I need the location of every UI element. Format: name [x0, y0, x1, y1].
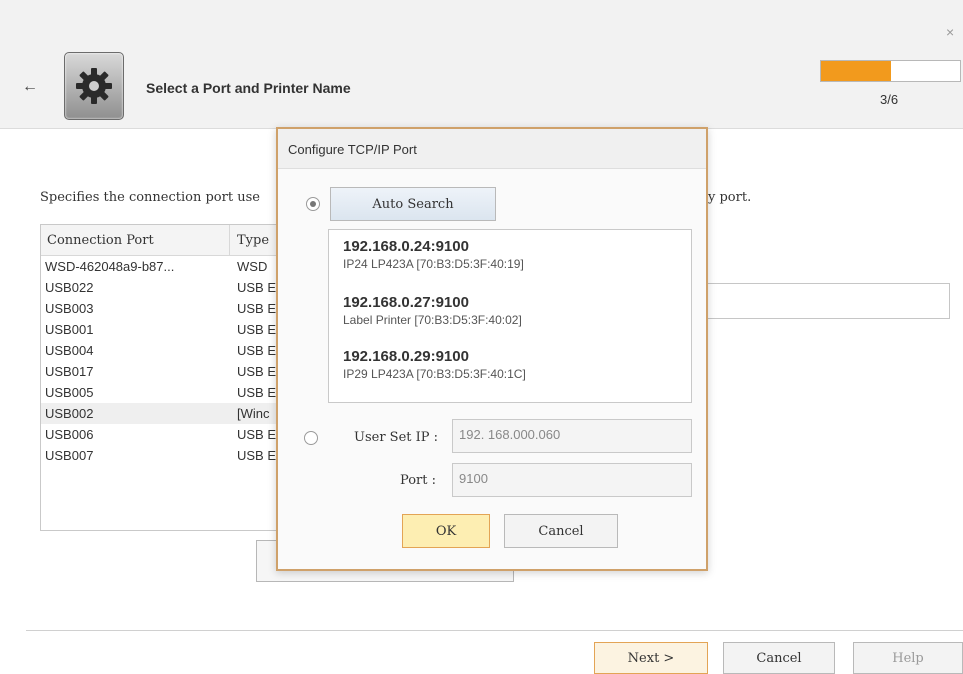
auto-search-radio[interactable] — [306, 197, 320, 211]
ok-button[interactable]: OK — [402, 514, 490, 548]
table-row[interactable]: USB017 USB E — [41, 361, 281, 382]
auto-search-button[interactable]: Auto Search — [330, 187, 496, 221]
cell-type: USB E — [237, 364, 277, 379]
back-arrow-icon[interactable]: ← — [22, 78, 38, 96]
list-item[interactable]: 192.168.0.24:9100 IP24 LP423A [70:B3:D5:… — [343, 238, 524, 271]
page-title: Select a Port and Printer Name — [146, 80, 351, 96]
wizard-header: × ← Select a Port and Printer Name 3/6 — [0, 0, 963, 129]
table-row[interactable]: USB006 USB E — [41, 424, 281, 445]
cell-connection-port: USB006 — [45, 427, 94, 442]
port-table[interactable]: Connection Port Type WSD-462048a9-b87...… — [40, 224, 282, 531]
table-row[interactable]: USB007 USB E — [41, 445, 281, 466]
close-icon[interactable]: × — [946, 24, 954, 40]
cell-connection-port: USB005 — [45, 385, 94, 400]
cancel-button[interactable]: Cancel — [723, 642, 835, 674]
device-list: 192.168.0.24:9100 IP24 LP423A [70:B3:D5:… — [328, 229, 692, 403]
port-field[interactable]: 9100 — [452, 463, 692, 497]
list-item[interactable]: 192.168.0.29:9100 IP29 LP423A [70:B3:D5:… — [343, 348, 526, 381]
column-header-connection-port[interactable]: Connection Port — [47, 233, 154, 248]
description-text: Specifies the connection port use — [40, 190, 260, 205]
cell-type: USB E — [237, 301, 277, 316]
user-set-ip-label: User Set IP : — [354, 430, 439, 445]
cell-type: USB E — [237, 385, 277, 400]
next-button[interactable]: Next > — [594, 642, 708, 674]
cell-connection-port: USB022 — [45, 280, 94, 295]
device-ip: 192.168.0.29:9100 — [343, 348, 469, 365]
cell-connection-port: USB007 — [45, 448, 94, 463]
table-row[interactable]: USB002 [Winc — [41, 403, 281, 424]
dialog-cancel-button[interactable]: Cancel — [504, 514, 618, 548]
step-indicator: 3/6 — [880, 92, 899, 107]
cell-connection-port: WSD-462048a9-b87... — [45, 259, 175, 274]
configure-tcpip-dialog: Configure TCP/IP Port Auto Search 192.16… — [276, 127, 708, 571]
column-header-type[interactable]: Type — [237, 233, 269, 248]
table-row[interactable]: USB001 USB E — [41, 319, 281, 340]
port-label: Port : — [400, 473, 436, 488]
cell-type: USB E — [237, 448, 277, 463]
table-row[interactable]: WSD-462048a9-b87... WSD — [41, 256, 281, 277]
dialog-titlebar: Configure TCP/IP Port — [278, 129, 706, 169]
cell-type: WSD — [237, 259, 268, 274]
cell-connection-port: USB017 — [45, 364, 94, 379]
table-row[interactable]: USB022 USB E — [41, 277, 281, 298]
device-info: Label Printer [70:B3:D5:3F:40:02] — [343, 313, 522, 327]
table-row[interactable]: USB005 USB E — [41, 382, 281, 403]
printer-name-input[interactable] — [706, 283, 950, 319]
user-set-ip-radio[interactable] — [304, 431, 318, 445]
cell-connection-port: USB002 — [45, 406, 94, 421]
cell-type: USB E — [237, 280, 277, 295]
cell-connection-port: USB001 — [45, 322, 94, 337]
description-text-tail: y port. — [708, 190, 752, 205]
device-ip: 192.168.0.27:9100 — [343, 294, 469, 311]
cell-type: [Winc — [237, 406, 270, 421]
cell-type: USB E — [237, 322, 277, 337]
table-header: Connection Port Type — [41, 225, 281, 256]
cell-type: USB E — [237, 427, 277, 442]
device-info: IP29 LP423A [70:B3:D5:3F:40:1C] — [343, 367, 526, 381]
list-item[interactable]: 192.168.0.27:9100 Label Printer [70:B3:D… — [343, 294, 522, 327]
user-set-ip-field[interactable]: 192. 168.000.060 — [452, 419, 692, 453]
device-info: IP24 LP423A [70:B3:D5:3F:40:19] — [343, 257, 524, 271]
table-body: WSD-462048a9-b87... WSD USB022 USB E USB003 U… — [41, 256, 281, 466]
table-row[interactable]: USB004 USB E — [41, 340, 281, 361]
table-row[interactable]: USB003 USB E — [41, 298, 281, 319]
cell-connection-port: USB004 — [45, 343, 94, 358]
gear-icon — [64, 52, 124, 120]
footer-divider — [26, 630, 963, 631]
dialog-title: Configure TCP/IP Port — [288, 142, 417, 157]
help-button[interactable]: Help — [853, 642, 963, 674]
column-divider[interactable] — [229, 225, 230, 255]
progress-bar — [820, 60, 961, 82]
progress-fill — [821, 61, 891, 81]
device-ip: 192.168.0.24:9100 — [343, 238, 469, 255]
cell-type: USB E — [237, 343, 277, 358]
cell-connection-port: USB003 — [45, 301, 94, 316]
